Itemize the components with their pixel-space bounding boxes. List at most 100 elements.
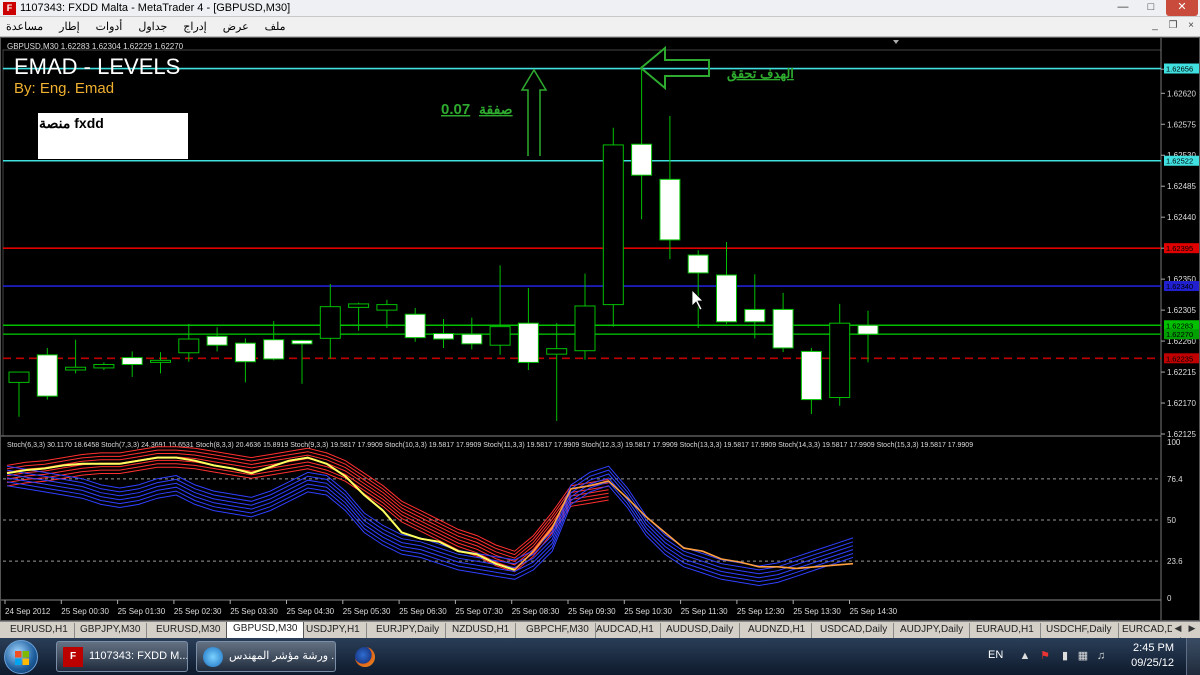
candle-body [631, 143, 653, 176]
windows-taskbar: F 1107343: FXDD M... ورشة مؤشر المهندس .… [0, 638, 1200, 675]
chart-tab[interactable]: AUDUSD,Daily [660, 623, 741, 638]
price-tick-label: 1.62305 [1167, 306, 1196, 315]
time-tick-label: 25 Sep 13:30 [793, 607, 841, 616]
candle-body [178, 338, 200, 354]
time-tick-label: 25 Sep 06:30 [399, 607, 447, 616]
clock-date[interactable]: 09/25/12 [1131, 657, 1174, 669]
volume-icon[interactable]: ♫ [1094, 649, 1108, 663]
candle-body [376, 304, 398, 311]
chart-tab[interactable]: EURUSD,M30 [150, 623, 228, 638]
stochastic-blue-line [6, 473, 854, 575]
price-tick-label: 1.62215 [1167, 368, 1196, 377]
mouse-cursor-icon [691, 289, 704, 311]
taskbar-item-metatrader[interactable]: F 1107343: FXDD M... [56, 641, 188, 672]
network-icon[interactable]: ▦ [1076, 649, 1090, 663]
menu-bar: ملف عرض إدراج جداول أدوات إطار مساعدة _ ❐ × [0, 17, 1200, 37]
stochastic-blue-line [6, 465, 854, 567]
title-bar: F 1107343: FXDD Malta - MetaTrader 4 - [… [0, 0, 1200, 17]
time-tick-label: 25 Sep 12:30 [737, 607, 785, 616]
menu-item[interactable]: مساعدة [6, 20, 43, 33]
level-tag-label: 1.62656 [1166, 65, 1193, 74]
level-tag-label: 1.62270 [1166, 330, 1193, 339]
candle-body [800, 350, 822, 401]
level-tag-label: 1.62283 [1166, 321, 1193, 330]
chart-tab[interactable]: AUDCAD,H1 [590, 623, 661, 638]
level-tag-label: 1.62340 [1166, 282, 1193, 291]
close-icon[interactable]: ✕ [1166, 0, 1198, 16]
overlay-author: By: Eng. Emad [14, 80, 114, 97]
chart-tab[interactable]: GBPJPY,M30 [74, 623, 148, 638]
menu-item[interactable]: إطار [59, 20, 79, 33]
chart-tab[interactable]: AUDNZD,H1 [742, 623, 813, 638]
start-button[interactable] [4, 640, 38, 674]
trade-lot-label: صفقة [479, 101, 513, 117]
tab-scroll-left-icon[interactable]: ◀ [1172, 623, 1184, 637]
chart-canvas[interactable]: 1.626551.626201.625751.625301.624851.624… [1, 38, 1199, 620]
menu-item[interactable]: ملف [265, 20, 286, 33]
tab-scroll-right-icon[interactable]: ▶ [1186, 623, 1198, 637]
window-title: 1107343: FXDD Malta - MetaTrader 4 - [GB… [20, 2, 291, 14]
price-tick-label: 1.62575 [1167, 120, 1196, 129]
show-hidden-icons-icon[interactable]: ▲ [1018, 649, 1032, 663]
candle-body [687, 254, 709, 274]
stochastic-tick-label: 76.4 [1167, 475, 1183, 484]
candle-body [659, 178, 681, 241]
stochastic-tick-label: 100 [1167, 438, 1181, 447]
candle-body [574, 305, 596, 352]
price-tick-label: 1.62485 [1167, 182, 1196, 191]
stochastic-blue-line [6, 481, 854, 583]
chart-tab[interactable]: AUDJPY,Daily [894, 623, 971, 638]
candle-body [404, 313, 426, 339]
chart-tab[interactable]: NZDUSD,H1 [446, 623, 517, 638]
candle-body [150, 359, 171, 363]
chart-tab[interactable]: USDCHF,Daily [1040, 623, 1119, 638]
battery-icon[interactable]: ▮ [1058, 649, 1072, 663]
candle-body [36, 354, 58, 397]
candle-body [433, 333, 454, 340]
candle-body [234, 342, 256, 363]
chart-tab[interactable]: EURUSD,H1 [4, 623, 75, 638]
candle-body [546, 348, 568, 355]
time-tick-label: 25 Sep 01:30 [118, 607, 166, 616]
chart-tab[interactable]: USDJPY,H1 [300, 623, 367, 638]
system-tray: EN ▲ ⚑ ▮ ▦ ♫ 2:45 PM 09/25/12 [970, 638, 1200, 675]
metatrader-icon: F [3, 2, 16, 15]
chart-tab[interactable]: EURJPY,Daily [370, 623, 447, 638]
taskbar-item-firefox[interactable] [342, 641, 388, 672]
minimize-icon[interactable]: — [1110, 0, 1136, 16]
menu-item[interactable]: إدراج [183, 20, 206, 33]
candle-body [206, 335, 228, 346]
time-tick-label: 25 Sep 05:30 [343, 607, 391, 616]
chart-tab[interactable]: USDCAD,Daily [814, 623, 895, 638]
mdi-close-icon[interactable]: × [1184, 19, 1198, 33]
chart-tab[interactable]: GBPCHF,M30 [520, 623, 596, 638]
menu-item[interactable]: أدوات [96, 20, 123, 33]
menu-item[interactable]: جداول [138, 20, 167, 33]
chart-window[interactable]: 1.626551.626201.625751.625301.624851.624… [0, 37, 1200, 621]
menu-item[interactable]: عرض [223, 20, 249, 33]
up-arrow-annotation [520, 68, 548, 156]
language-indicator[interactable]: EN [988, 649, 1003, 661]
time-tick-label: 25 Sep 04:30 [287, 607, 335, 616]
candle-body [517, 322, 539, 363]
candle-body [348, 303, 370, 308]
time-tick-label: 25 Sep 03:30 [230, 607, 278, 616]
candle-body [772, 308, 794, 349]
candle-body [319, 306, 341, 339]
chart-tab[interactable]: EURAUD,H1 [970, 623, 1041, 638]
taskbar-item-label: ورشة مؤشر المهندس ... [229, 650, 335, 662]
mdi-restore-icon[interactable]: ❐ [1166, 19, 1180, 33]
time-tick-label: 25 Sep 07:30 [455, 607, 503, 616]
candle-body [744, 308, 766, 323]
flag-alert-icon[interactable]: ⚑ [1038, 649, 1052, 663]
level-tag-label: 1.62522 [1166, 157, 1193, 166]
windows-logo-icon [15, 651, 29, 665]
chart-tab[interactable]: GBPUSD,M30 [226, 622, 305, 639]
clock-time[interactable]: 2:45 PM [1133, 642, 1174, 654]
fxdd-icon: F [63, 647, 83, 667]
show-desktop-button[interactable] [1186, 638, 1200, 675]
taskbar-item-label: 1107343: FXDD M... [89, 650, 188, 662]
taskbar-item-browser[interactable]: ورشة مؤشر المهندس ... [196, 641, 336, 672]
mdi-minimize-icon[interactable]: _ [1148, 19, 1162, 33]
maximize-icon[interactable]: □ [1138, 0, 1164, 16]
